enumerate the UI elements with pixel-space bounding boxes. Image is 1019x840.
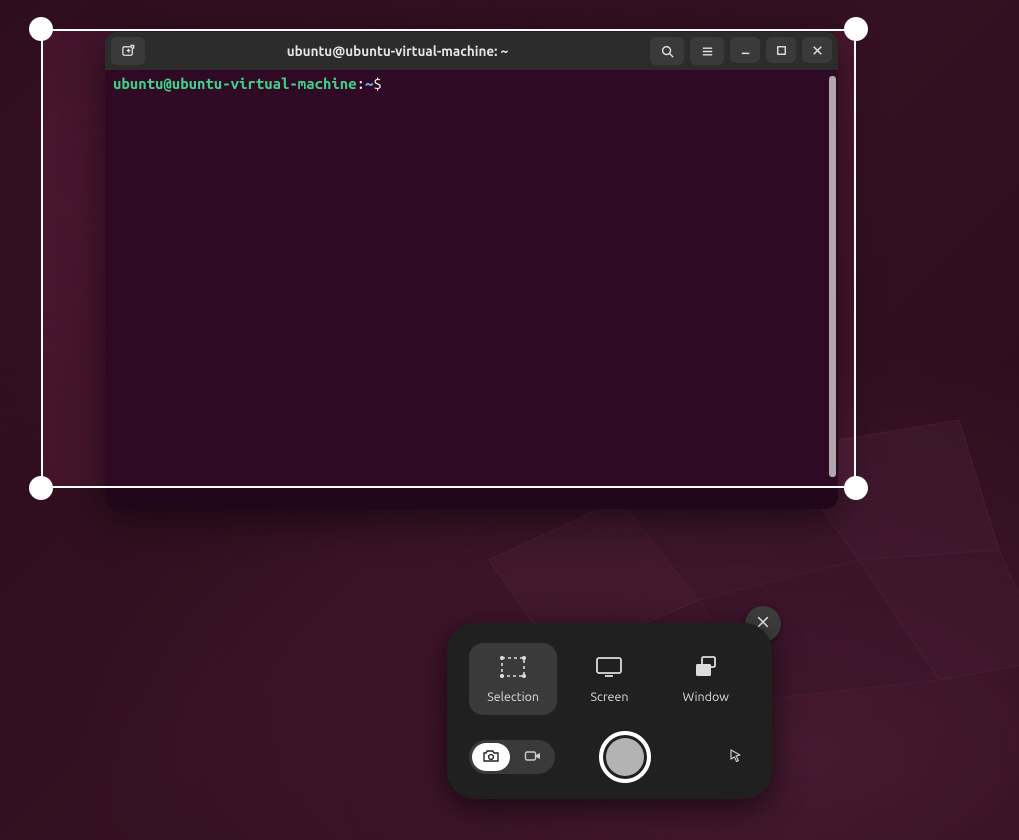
mode-selection[interactable]: Selection <box>469 643 557 715</box>
minimize-button[interactable] <box>730 37 760 63</box>
mode-screen-label: Screen <box>590 690 628 704</box>
terminal-scrollbar[interactable] <box>829 76 836 477</box>
panel-bottom-row <box>469 731 750 783</box>
prompt-user-host: ubuntu@ubuntu-virtual-machine <box>113 75 357 92</box>
selection-handle-bottom-left[interactable] <box>29 476 53 500</box>
screenshot-panel: Selection Screen Window <box>447 623 772 799</box>
prompt-separator: : <box>357 75 365 92</box>
terminal-prompt-line: ubuntu@ubuntu-virtual-machine:~$ <box>113 74 830 94</box>
mode-selection-label: Selection <box>487 690 539 704</box>
mode-window[interactable]: Window <box>662 643 750 715</box>
selection-handle-bottom-right[interactable] <box>844 476 868 500</box>
new-tab-button[interactable] <box>111 37 145 65</box>
capture-type-toggle[interactable] <box>469 740 555 774</box>
toggle-photo[interactable] <box>472 743 510 771</box>
selection-handle-top-right[interactable] <box>844 17 868 41</box>
video-icon <box>524 749 542 766</box>
toggle-video[interactable] <box>514 743 552 771</box>
mode-screen[interactable]: Screen <box>565 643 653 715</box>
hamburger-menu-button[interactable] <box>690 37 724 65</box>
search-button[interactable] <box>650 37 684 65</box>
close-button[interactable] <box>802 37 832 63</box>
show-pointer-toggle[interactable] <box>722 743 750 771</box>
terminal-window: ubuntu@ubuntu-virtual-machine: ~ ubuntu@… <box>105 32 838 509</box>
screenshot-dim-overlay <box>856 29 1019 488</box>
terminal-titlebar[interactable]: ubuntu@ubuntu-virtual-machine: ~ <box>105 32 838 70</box>
prompt-symbol: $ <box>373 75 381 92</box>
screen-icon <box>594 655 624 682</box>
capture-shutter-button[interactable] <box>599 731 651 783</box>
camera-icon <box>482 749 500 766</box>
capture-mode-row: Selection Screen Window <box>469 643 750 715</box>
terminal-title: ubuntu@ubuntu-virtual-machine: ~ <box>287 43 509 59</box>
cursor-icon <box>729 749 743 766</box>
selection-icon <box>498 655 528 682</box>
mode-window-label: Window <box>683 690 729 704</box>
window-icon <box>691 655 721 682</box>
selection-handle-top-left[interactable] <box>29 17 53 41</box>
screenshot-dim-overlay <box>0 29 41 488</box>
maximize-button[interactable] <box>766 37 796 63</box>
terminal-body[interactable]: ubuntu@ubuntu-virtual-machine:~$ <box>105 70 838 509</box>
